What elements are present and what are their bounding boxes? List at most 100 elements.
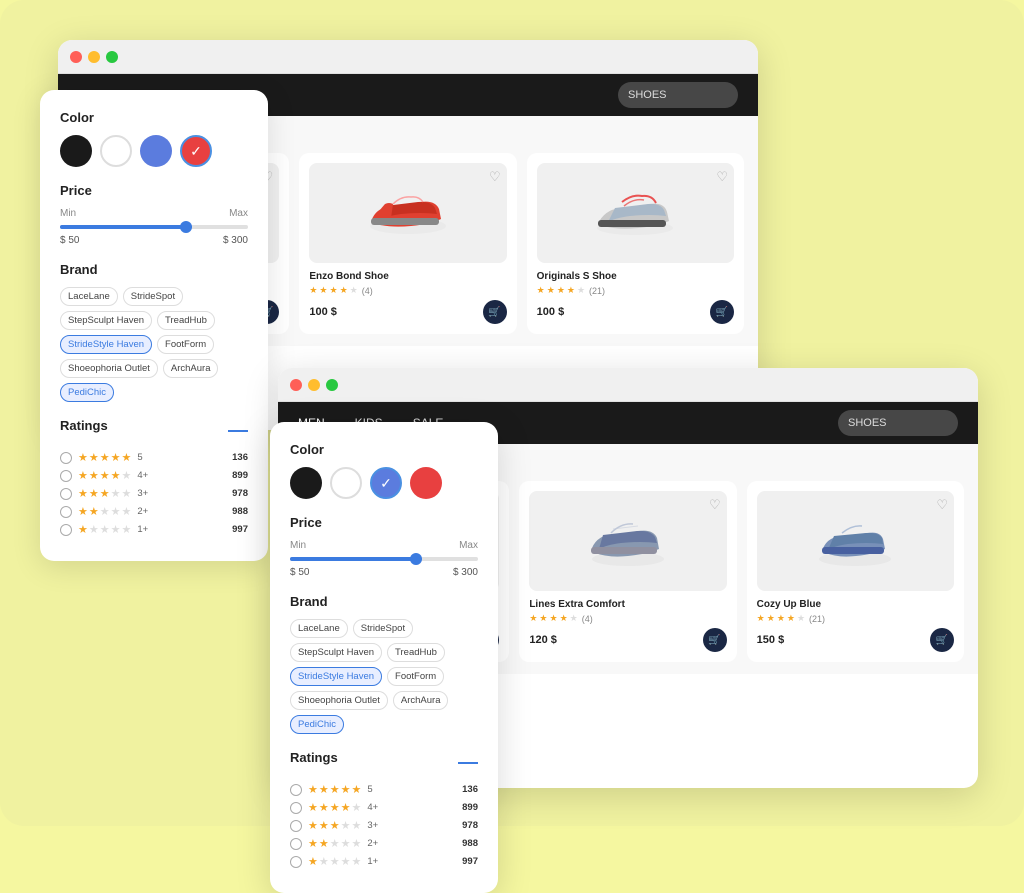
search-box-2[interactable]: SHOES xyxy=(838,410,958,436)
brand-archaura-front[interactable]: ArchAura xyxy=(393,691,449,710)
review-count-1-3: (21) xyxy=(589,286,605,296)
price-track-front[interactable] xyxy=(290,557,478,561)
color-black-back[interactable] xyxy=(60,135,92,167)
brand-pedichic-front[interactable]: PediChic xyxy=(290,715,344,734)
rating-row-2-front: ★★★★★ 2+ 988 xyxy=(290,837,478,850)
brand-lacelane-front[interactable]: LaceLane xyxy=(290,619,348,638)
product-img-1-2: ♡ xyxy=(309,163,506,263)
tl-red-1[interactable] xyxy=(70,51,82,63)
color-white-back[interactable] xyxy=(100,135,132,167)
rating-radio-4-back[interactable] xyxy=(60,470,72,482)
price-min-label-back: Min xyxy=(60,208,76,219)
checkmark-front: ✓ xyxy=(380,475,392,492)
product-stars-1-3: ★★★★★ (21) xyxy=(537,285,734,296)
brand-footform-back[interactable]: FootForm xyxy=(157,335,214,354)
product-name-1-2: Enzo Bond Shoe xyxy=(309,271,506,282)
product-footer-1-3: 100 $ 🛒 xyxy=(537,300,734,324)
brand-label-back: Brand xyxy=(60,262,248,277)
tl-yellow-2[interactable] xyxy=(308,379,320,391)
rating-row-5-front: ★★★★★ 5 136 xyxy=(290,783,478,796)
product-card-2-2: ♡ Lines Extra Comfort ★★★★★ (4) xyxy=(519,481,736,662)
heart-icon-2-3[interactable]: ♡ xyxy=(936,497,948,513)
price-thumb-back[interactable] xyxy=(180,221,192,233)
product-footer-2-2: 120 $ 🛒 xyxy=(529,628,726,652)
tl-red-2[interactable] xyxy=(290,379,302,391)
color-label-back: Color xyxy=(60,110,248,125)
price-values-front: $ 50 $ 300 xyxy=(290,567,478,578)
brand-stridestyle-back[interactable]: StrideStyle Haven xyxy=(60,335,152,354)
brand-stridestyle-front[interactable]: StrideStyle Haven xyxy=(290,667,382,686)
search-box-1[interactable]: SHOES xyxy=(618,82,738,108)
product-name-1-3: Originals S Shoe xyxy=(537,271,734,282)
color-red-back[interactable]: ✓ xyxy=(180,135,212,167)
brand-stepsculpt-back[interactable]: StepSculpt Haven xyxy=(60,311,152,330)
rating-row-3-back: ★★★★★ 3+ 978 xyxy=(60,487,248,500)
color-red-front[interactable] xyxy=(410,467,442,499)
product-img-2-3: ♡ xyxy=(757,491,954,591)
brand-stepsculpt-front[interactable]: StepSculpt Haven xyxy=(290,643,382,662)
rating-row-4-front: ★★★★★ 4+ 899 xyxy=(290,801,478,814)
rating-radio-4-front[interactable] xyxy=(290,802,302,814)
rating-count-3-back: 978 xyxy=(232,488,248,499)
tl-green-1[interactable] xyxy=(106,51,118,63)
rating-radio-5-back[interactable] xyxy=(60,452,72,464)
product-card-2-3: ♡ Cozy Up Blue ★★★★★ (21) 150 $ xyxy=(747,481,964,662)
price-thumb-front[interactable] xyxy=(410,553,422,565)
brand-archaura-back[interactable]: ArchAura xyxy=(163,359,219,378)
brand-stridespot-front[interactable]: StrideSpot xyxy=(353,619,413,638)
brand-treadhub-front[interactable]: TreadHub xyxy=(387,643,445,662)
tl-green-2[interactable] xyxy=(326,379,338,391)
color-options-back: ✓ xyxy=(60,135,248,167)
color-white-front[interactable] xyxy=(330,467,362,499)
shoe-svg-2-2 xyxy=(583,511,673,571)
rating-radio-2-front[interactable] xyxy=(290,838,302,850)
brand-stridespot-back[interactable]: StrideSpot xyxy=(123,287,183,306)
ratings-label-front: Ratings xyxy=(290,750,338,765)
color-blue-front[interactable]: ✓ xyxy=(370,467,402,499)
rating-count-4-front: 899 xyxy=(462,802,478,813)
rating-radio-5-front[interactable] xyxy=(290,784,302,796)
cart-btn-2-3[interactable]: 🛒 xyxy=(930,628,954,652)
brand-footform-front[interactable]: FootForm xyxy=(387,667,444,686)
brand-shoeophoria-back[interactable]: Shoeophoria Outlet xyxy=(60,359,158,378)
rating-num-4-front: 4+ xyxy=(367,802,378,813)
rating-count-1-back: 997 xyxy=(232,524,248,535)
rating-radio-2-back[interactable] xyxy=(60,506,72,518)
heart-icon-1-2[interactable]: ♡ xyxy=(489,169,501,185)
review-count-2-2: (4) xyxy=(582,614,593,624)
rating-row-1-front: ★★★★★ 1+ 997 xyxy=(290,855,478,868)
product-name-2-2: Lines Extra Comfort xyxy=(529,599,726,610)
tl-yellow-1[interactable] xyxy=(88,51,100,63)
ratings-label-back: Ratings xyxy=(60,418,108,433)
ratings-line-front xyxy=(458,762,478,764)
rating-count-5-front: 136 xyxy=(462,784,478,795)
price-track-back[interactable] xyxy=(60,225,248,229)
cart-btn-1-2[interactable]: 🛒 xyxy=(483,300,507,324)
product-card-1-2: ♡ Enzo Bond Shoe ★★★★★ (4) xyxy=(299,153,516,334)
color-options-front: ✓ xyxy=(290,467,478,499)
brand-lacelane-back[interactable]: LaceLane xyxy=(60,287,118,306)
heart-icon-2-2[interactable]: ♡ xyxy=(709,497,721,513)
brand-pedichic-back[interactable]: PediChic xyxy=(60,383,114,402)
brand-shoeophoria-front[interactable]: Shoeophoria Outlet xyxy=(290,691,388,710)
heart-icon-1-3[interactable]: ♡ xyxy=(716,169,728,185)
price-min-label-front: Min xyxy=(290,540,306,551)
product-card-1-3: ♡ Originals S Shoe ★★★★★ (21) xyxy=(527,153,744,334)
rating-radio-1-back[interactable] xyxy=(60,524,72,536)
rating-radio-3-back[interactable] xyxy=(60,488,72,500)
brand-treadhub-back[interactable]: TreadHub xyxy=(157,311,215,330)
rating-radio-1-front[interactable] xyxy=(290,856,302,868)
price-section-back: Price Min Max $ 50 $ 300 xyxy=(60,183,248,246)
price-max-label-back: Max xyxy=(229,208,248,219)
color-black-front[interactable] xyxy=(290,467,322,499)
price-labels-front: Min Max xyxy=(290,540,478,551)
color-blue-back[interactable] xyxy=(140,135,172,167)
rating-count-1-front: 997 xyxy=(462,856,478,867)
rating-num-1-back: 1+ xyxy=(137,524,148,535)
rating-count-2-back: 988 xyxy=(232,506,248,517)
color-label-front: Color xyxy=(290,442,478,457)
cart-btn-1-3[interactable]: 🛒 xyxy=(710,300,734,324)
cart-btn-2-2[interactable]: 🛒 xyxy=(703,628,727,652)
shoe-svg-2-3 xyxy=(810,511,900,571)
rating-row-1-back: ★★★★★ 1+ 997 xyxy=(60,523,248,536)
